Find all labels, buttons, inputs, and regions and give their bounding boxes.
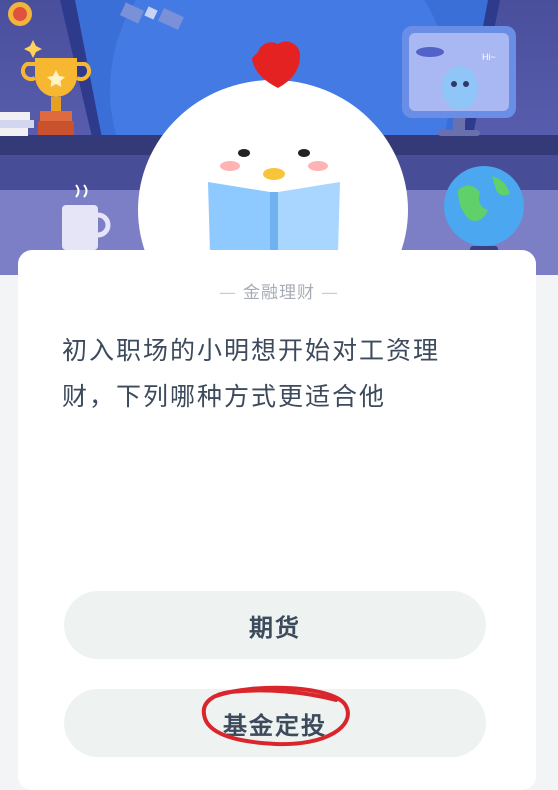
sparkle-icon: [24, 40, 42, 58]
option-label: 期货: [249, 613, 301, 642]
category-dash-left: —: [219, 283, 237, 303]
answer-option-futures[interactable]: 期货: [64, 591, 486, 659]
header-illustration: Hi~: [0, 0, 558, 275]
question-text: 初入职场的小明想开始对工资理财，下列哪种方式更适合他: [62, 336, 441, 411]
monitor-greeting: Hi~: [482, 52, 496, 62]
badge-icon: [8, 2, 32, 26]
option-label: 基金定投: [223, 711, 327, 740]
category-dash-right: —: [321, 283, 339, 303]
answer-option-fund-investment[interactable]: 基金定投: [64, 689, 486, 757]
question-category: — 金融理财 —: [0, 278, 558, 303]
category-label: 金融理财: [243, 283, 315, 303]
